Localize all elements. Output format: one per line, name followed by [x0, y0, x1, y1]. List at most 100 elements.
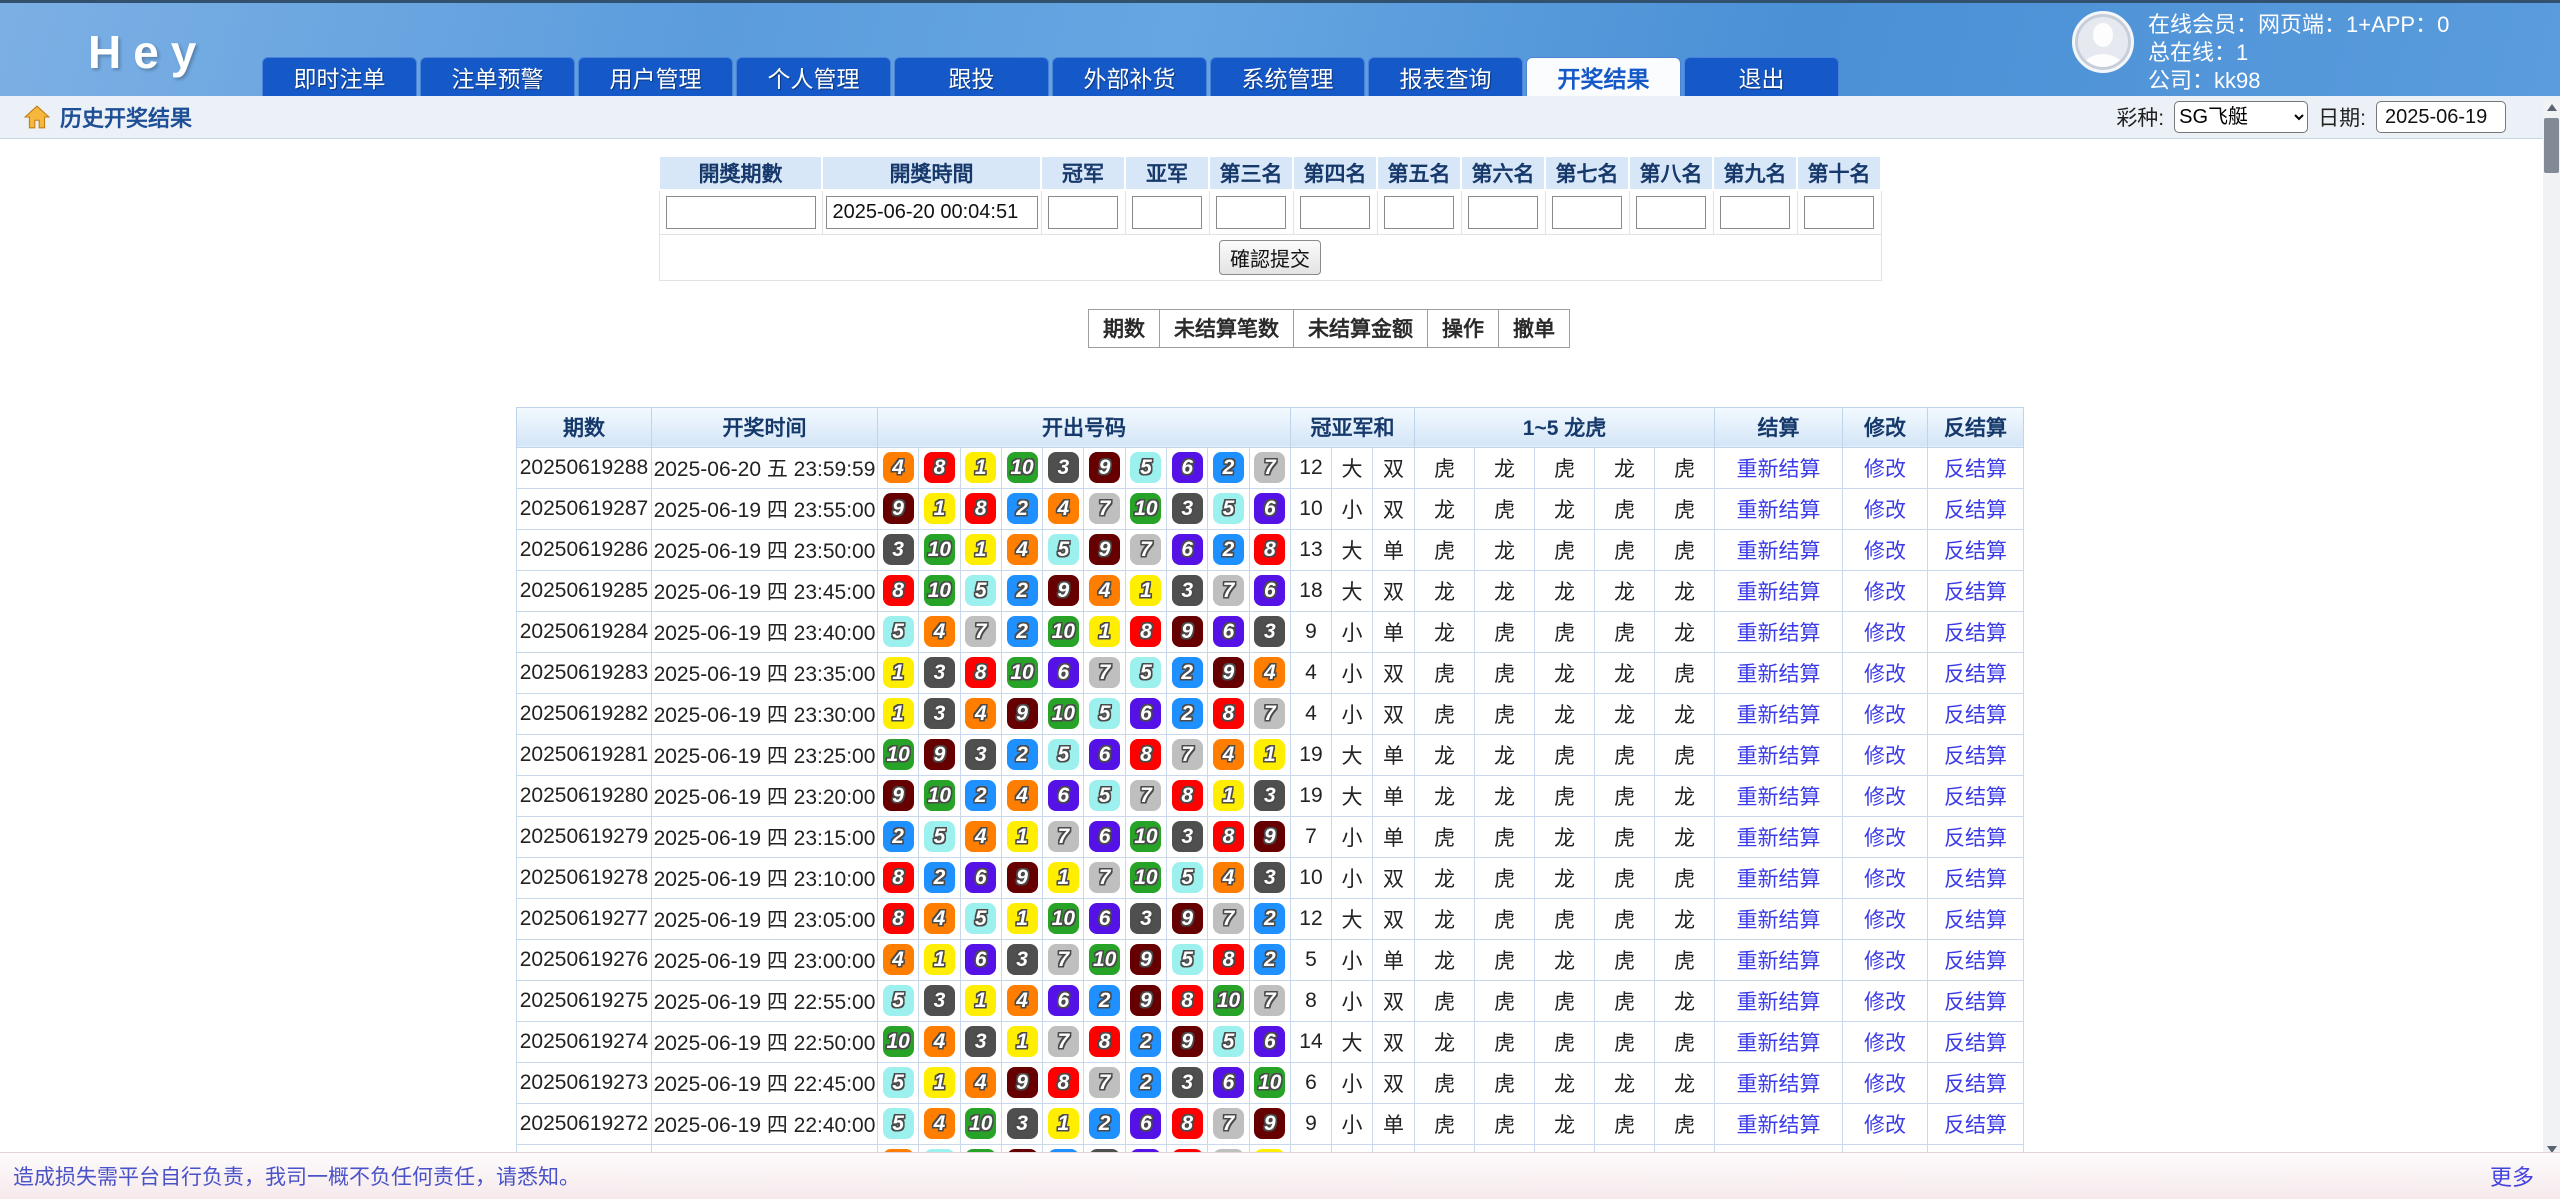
reverse-settle-link[interactable]: 反结算: [1944, 1073, 2007, 1096]
user-avatar-icon: [2072, 11, 2134, 73]
modify-link[interactable]: 修改: [1864, 827, 1906, 850]
resettle-link[interactable]: 重新结算: [1737, 1032, 1821, 1055]
reverse-settle-link[interactable]: 反结算: [1944, 581, 2007, 604]
ball-2: 2: [1007, 616, 1038, 647]
ball-cell: 2: [1001, 611, 1042, 652]
modify-link[interactable]: 修改: [1864, 1032, 1906, 1055]
resettle-link[interactable]: 重新结算: [1737, 458, 1821, 481]
ball-cell: 7: [1084, 652, 1125, 693]
resettle-link[interactable]: 重新结算: [1737, 868, 1821, 891]
nav-tab-7[interactable]: 报表查询: [1368, 57, 1523, 96]
resettle-link[interactable]: 重新结算: [1737, 991, 1821, 1014]
nav-tab-3[interactable]: 个人管理: [736, 57, 891, 96]
period-input[interactable]: [666, 196, 816, 229]
ball-cell: 4: [1001, 775, 1042, 816]
reverse-settle-link[interactable]: 反结算: [1944, 622, 2007, 645]
nav-tab-1[interactable]: 注单预警: [420, 57, 575, 96]
reverse-settle-link[interactable]: 反结算: [1944, 540, 2007, 563]
lottery-type-select[interactable]: SG飞艇: [2174, 101, 2308, 133]
nav-tab-6[interactable]: 系统管理: [1210, 57, 1365, 96]
ball-2: 2: [1130, 1026, 1161, 1057]
rank-input-7[interactable]: [1552, 196, 1622, 229]
nav-tab-2[interactable]: 用户管理: [578, 57, 733, 96]
modify-link[interactable]: 修改: [1864, 540, 1906, 563]
modify-link[interactable]: 修改: [1864, 1114, 1906, 1137]
modify-link[interactable]: 修改: [1864, 581, 1906, 604]
modify-link[interactable]: 修改: [1864, 950, 1906, 973]
reverse-settle-link[interactable]: 反结算: [1944, 827, 2007, 850]
rank-input-3[interactable]: [1216, 196, 1286, 229]
ball-cell: 2: [1001, 488, 1042, 529]
resettle-link[interactable]: 重新结算: [1737, 540, 1821, 563]
modify-link[interactable]: 修改: [1864, 909, 1906, 932]
nav-tab-5[interactable]: 外部补货: [1052, 57, 1207, 96]
ball-3: 3: [924, 698, 955, 729]
dragon-tiger-cell: 虎: [1414, 652, 1474, 693]
rank-input-8[interactable]: [1636, 196, 1706, 229]
modify-link[interactable]: 修改: [1864, 745, 1906, 768]
ball-cell: 4: [1208, 734, 1249, 775]
ball-cell: 9: [1043, 570, 1084, 611]
rank-input-4[interactable]: [1300, 196, 1370, 229]
resettle-link[interactable]: 重新结算: [1737, 745, 1821, 768]
resettle-link[interactable]: 重新结算: [1737, 786, 1821, 809]
ball-5: 5: [883, 616, 914, 647]
ball-8: 8: [1213, 944, 1244, 975]
rank-input-10[interactable]: [1804, 196, 1874, 229]
nav-tab-9[interactable]: 退出: [1684, 57, 1839, 96]
scroll-up-arrow-icon[interactable]: [2543, 99, 2560, 116]
modify-link[interactable]: 修改: [1864, 622, 1906, 645]
modify-link[interactable]: 修改: [1864, 663, 1906, 686]
resettle-link[interactable]: 重新结算: [1737, 909, 1821, 932]
ball-cell: 3: [1249, 857, 1290, 898]
resettle-link[interactable]: 重新结算: [1737, 622, 1821, 645]
reverse-settle-link[interactable]: 反结算: [1944, 950, 2007, 973]
nav-tab-0[interactable]: 即时注单: [262, 57, 417, 96]
reverse-settle-link[interactable]: 反结算: [1944, 786, 2007, 809]
modify-link[interactable]: 修改: [1864, 991, 1906, 1014]
reverse-settle-link[interactable]: 反结算: [1944, 909, 2007, 932]
reverse-settle-link[interactable]: 反结算: [1944, 1114, 2007, 1137]
resettle-cell: 重新结算: [1715, 898, 1843, 939]
resettle-link[interactable]: 重新结算: [1737, 704, 1821, 727]
modify-link[interactable]: 修改: [1864, 499, 1906, 522]
nav-tab-8[interactable]: 开奖结果: [1526, 57, 1681, 96]
date-input[interactable]: [2376, 101, 2506, 133]
rank-input-9[interactable]: [1720, 196, 1790, 229]
size-cell: 小: [1331, 693, 1372, 734]
rank-input-5[interactable]: [1384, 196, 1454, 229]
resettle-link[interactable]: 重新结算: [1737, 1114, 1821, 1137]
reverse-settle-link[interactable]: 反结算: [1944, 868, 2007, 891]
resettle-link[interactable]: 重新结算: [1737, 950, 1821, 973]
modify-link[interactable]: 修改: [1864, 1073, 1906, 1096]
rank-input-2[interactable]: [1132, 196, 1202, 229]
rank-input-6[interactable]: [1468, 196, 1538, 229]
draw-time-input[interactable]: [826, 196, 1038, 229]
confirm-submit-button[interactable]: 確認提交: [1219, 240, 1321, 275]
modify-link[interactable]: 修改: [1864, 704, 1906, 727]
scrollbar-thumb[interactable]: [2544, 118, 2559, 173]
reverse-settle-link[interactable]: 反结算: [1944, 1032, 2007, 1055]
nav-tab-4[interactable]: 跟投: [894, 57, 1049, 96]
resettle-link[interactable]: 重新结算: [1737, 1073, 1821, 1096]
modify-link[interactable]: 修改: [1864, 786, 1906, 809]
dragon-tiger-cell: 龙: [1414, 488, 1474, 529]
reverse-settle-link[interactable]: 反结算: [1944, 663, 2007, 686]
more-link[interactable]: 更多: [2490, 1160, 2534, 1192]
rank-input-1[interactable]: [1048, 196, 1118, 229]
ball-cell: 6: [1208, 611, 1249, 652]
ball-cell: 10: [1043, 693, 1084, 734]
modify-link[interactable]: 修改: [1864, 458, 1906, 481]
reverse-settle-link[interactable]: 反结算: [1944, 458, 2007, 481]
resettle-link[interactable]: 重新结算: [1737, 663, 1821, 686]
reverse-settle-link[interactable]: 反结算: [1944, 499, 2007, 522]
reverse-settle-link[interactable]: 反结算: [1944, 991, 2007, 1014]
resettle-link[interactable]: 重新结算: [1737, 581, 1821, 604]
resettle-link[interactable]: 重新结算: [1737, 827, 1821, 850]
resettle-link[interactable]: 重新结算: [1737, 499, 1821, 522]
reverse-settle-cell: 反结算: [1928, 775, 2024, 816]
modify-link[interactable]: 修改: [1864, 868, 1906, 891]
vertical-scrollbar[interactable]: [2543, 99, 2560, 1158]
reverse-settle-link[interactable]: 反结算: [1944, 745, 2007, 768]
reverse-settle-link[interactable]: 反结算: [1944, 704, 2007, 727]
